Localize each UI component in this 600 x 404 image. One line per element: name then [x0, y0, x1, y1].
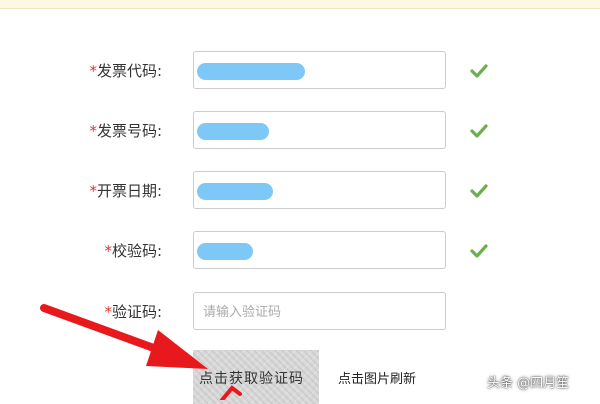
- invoice-code-label: *发票代码:: [89, 62, 162, 80]
- check-icon: [470, 64, 488, 78]
- invoice-code-input[interactable]: [193, 51, 446, 89]
- check-icon: [470, 184, 488, 198]
- required-mark: *: [89, 182, 97, 200]
- check-code-label: *校验码:: [104, 242, 162, 260]
- top-banner-strip: [0, 0, 600, 9]
- redacted-value: [197, 183, 273, 200]
- form-row-invoice-number: *发票号码:: [0, 111, 600, 151]
- form-row-captcha: *验证码:: [0, 292, 600, 332]
- invoice-number-input[interactable]: [193, 111, 446, 149]
- captcha-label: *验证码:: [104, 303, 162, 321]
- required-mark: *: [89, 62, 97, 80]
- redacted-value: [197, 243, 253, 260]
- check-icon: [470, 244, 488, 258]
- captcha-image[interactable]: 点击获取验证码: [193, 350, 319, 404]
- required-mark: *: [89, 122, 97, 140]
- captcha-image-text: 点击获取验证码: [199, 371, 304, 387]
- check-code-input[interactable]: [193, 231, 446, 269]
- required-mark: *: [104, 303, 112, 321]
- required-mark: *: [104, 242, 112, 260]
- invoice-date-input[interactable]: [193, 171, 446, 209]
- form-row-check-code: *校验码:: [0, 231, 600, 271]
- invoice-date-label: *开票日期:: [89, 182, 162, 200]
- check-icon: [470, 124, 488, 138]
- redacted-value: [197, 63, 305, 80]
- watermark: 头条 @四月笙: [487, 376, 570, 391]
- redacted-value: [197, 123, 269, 140]
- captcha-field[interactable]: [193, 292, 446, 330]
- form-row-invoice-code: *发票代码:: [0, 51, 600, 91]
- form-row-invoice-date: *开票日期:: [0, 171, 600, 211]
- refresh-captcha-link[interactable]: 点击图片刷新: [338, 368, 416, 387]
- captcha-input[interactable]: [201, 293, 441, 329]
- invoice-number-label: *发票号码:: [89, 122, 162, 140]
